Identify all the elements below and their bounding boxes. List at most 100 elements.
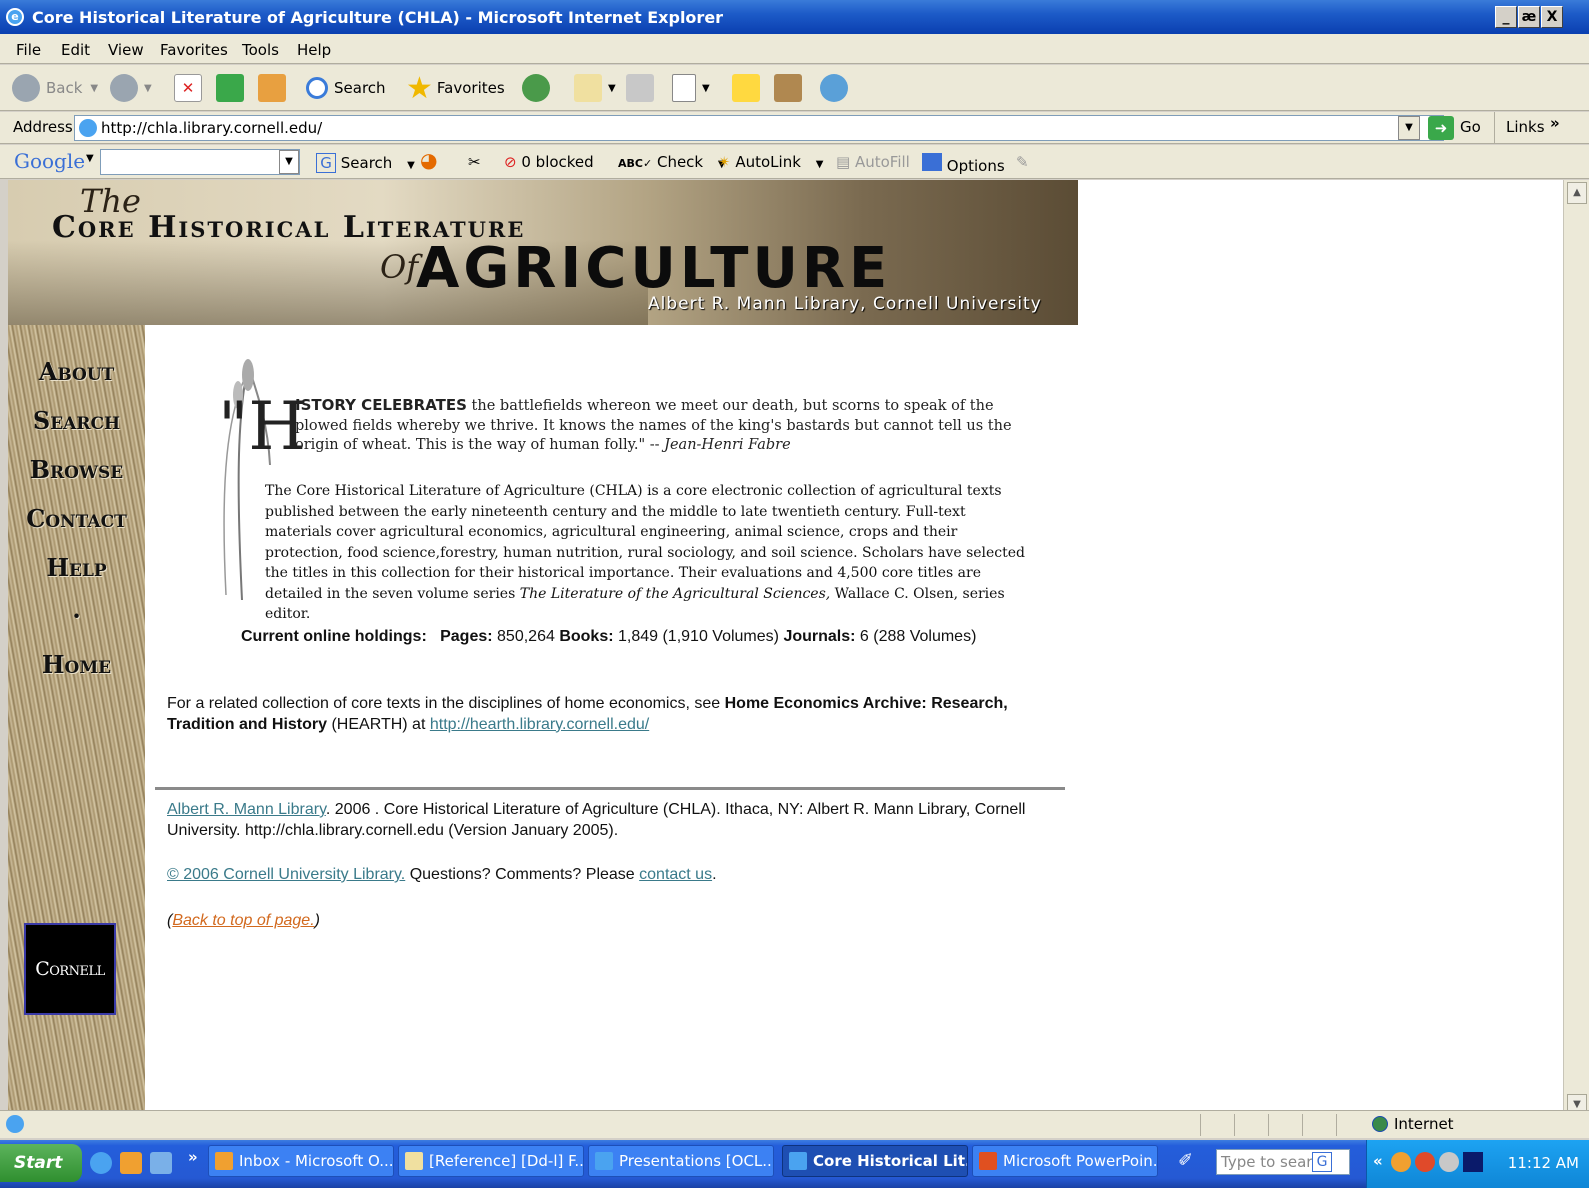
- back-button[interactable]: Back ▼: [12, 73, 98, 103]
- app-tray-icon[interactable]: [1463, 1152, 1483, 1172]
- blocked-count: 0 blocked: [521, 153, 594, 171]
- home-button[interactable]: [258, 73, 292, 103]
- menu-edit[interactable]: Edit: [61, 41, 90, 59]
- spell-check-button[interactable]: ABC✓ Check ▼: [618, 153, 726, 171]
- address-label: Address: [13, 118, 73, 136]
- google-logo[interactable]: Google: [14, 149, 85, 173]
- minimize-button[interactable]: _: [1495, 6, 1517, 28]
- hearth-link[interactable]: http://hearth.library.cornell.edu/: [430, 716, 649, 733]
- menu-view[interactable]: View: [108, 41, 144, 59]
- outlook-icon: [215, 1152, 233, 1170]
- options-button[interactable]: Options: [922, 153, 1005, 175]
- favorites-button[interactable]: ★ Favorites: [406, 71, 505, 106]
- google-search-button[interactable]: G Search ▼: [316, 153, 415, 173]
- task-core-historical[interactable]: Core Historical Lit...: [782, 1145, 968, 1177]
- search-button[interactable]: Search: [306, 73, 386, 103]
- quicklaunch-chevron-icon[interactable]: »: [188, 1148, 198, 1166]
- back-to-top: (Back to top of page.): [167, 912, 320, 930]
- refresh-button[interactable]: [216, 73, 250, 103]
- history-button[interactable]: [522, 73, 556, 103]
- banner-subtitle: Albert R. Mann Library, Cornell Universi…: [648, 294, 1042, 314]
- chevron-down-icon: ▼: [90, 82, 99, 94]
- menu-favorites[interactable]: Favorites: [160, 41, 228, 59]
- go-arrow-icon[interactable]: ➜: [1428, 116, 1454, 140]
- links-button[interactable]: Links: [1506, 118, 1545, 136]
- options-icon: [922, 153, 942, 171]
- browser-tray-icon[interactable]: [1415, 1152, 1435, 1172]
- ie-icon: [789, 1152, 807, 1170]
- news-icon[interactable]: ✂: [468, 153, 481, 171]
- intro-text: The Core Historical Literature of Agricu…: [265, 483, 1026, 602]
- close-button[interactable]: X: [1541, 6, 1563, 28]
- links-chevron-icon[interactable]: »: [1550, 114, 1560, 132]
- nav-contact[interactable]: Contact: [8, 504, 145, 533]
- messenger-button[interactable]: [820, 73, 854, 103]
- chevron-down-icon[interactable]: ▼: [1340, 1154, 1348, 1165]
- google-search-dropdown[interactable]: ▼: [279, 150, 299, 174]
- page-viewport: The Core Historical Literature Of AGRICU…: [8, 180, 1563, 1120]
- options-label: Options: [946, 157, 1005, 175]
- popup-blocked-icon: ⊘: [504, 153, 517, 171]
- contact-us-link[interactable]: contact us: [639, 866, 712, 883]
- autofill-button[interactable]: ▤ AutoFill: [836, 153, 910, 171]
- maximize-button[interactable]: æ: [1518, 6, 1540, 28]
- pagerank-icon[interactable]: ◕: [420, 148, 437, 172]
- system-tray: « 11:12 AM: [1366, 1140, 1589, 1188]
- nav-help[interactable]: Help: [8, 553, 145, 582]
- go-button[interactable]: Go: [1460, 118, 1481, 136]
- research-button[interactable]: [774, 73, 808, 103]
- chevron-down-icon: ▼: [815, 159, 824, 170]
- clock[interactable]: 11:12 AM: [1508, 1154, 1579, 1172]
- menu-file[interactable]: File: [16, 41, 41, 59]
- scroll-up-arrow-icon[interactable]: ▲: [1567, 182, 1587, 204]
- tray-expand-icon[interactable]: «: [1373, 1152, 1383, 1170]
- nav-home[interactable]: Home: [8, 650, 145, 679]
- research-icon: [774, 74, 802, 102]
- discuss-button[interactable]: [732, 73, 766, 103]
- nav-about[interactable]: About: [8, 357, 145, 386]
- task-presentations[interactable]: Presentations [OCL...: [588, 1145, 774, 1177]
- mail-icon: [574, 74, 602, 102]
- highlight-icon[interactable]: ✎: [1016, 153, 1029, 171]
- autofill-label: AutoFill: [854, 153, 910, 171]
- task-inbox[interactable]: Inbox - Microsoft O...: [208, 1145, 394, 1177]
- outlook-quicklaunch-icon[interactable]: [120, 1152, 142, 1174]
- copyright-link[interactable]: © 2006 Cornell University Library.: [167, 866, 405, 883]
- autolink-button[interactable]: ✴ AutoLink ▼: [718, 153, 823, 171]
- window-titlebar[interactable]: e Core Historical Literature of Agricult…: [0, 0, 1589, 34]
- related-pre: For a related collection of core texts i…: [167, 695, 725, 712]
- print-button[interactable]: [626, 73, 660, 103]
- nav-browse[interactable]: Browse: [8, 455, 145, 484]
- forward-button[interactable]: ▼: [110, 73, 152, 103]
- edit-button[interactable]: ▼: [672, 73, 710, 103]
- task-powerpoint[interactable]: Microsoft PowerPoin...: [972, 1145, 1158, 1177]
- nav-search[interactable]: Search: [8, 406, 145, 435]
- address-input[interactable]: http://chla.library.cornell.edu/: [74, 115, 1444, 141]
- google-search-input[interactable]: [100, 149, 300, 175]
- stop-button[interactable]: ✕: [174, 73, 208, 103]
- popup-blocker-button[interactable]: ⊘ 0 blocked: [504, 153, 594, 171]
- footer-divider: [155, 787, 1065, 790]
- network-tray-icon[interactable]: [1439, 1152, 1459, 1172]
- cornell-logo[interactable]: Cornell: [24, 923, 116, 1015]
- pen-icon[interactable]: ✐: [1178, 1150, 1193, 1171]
- chevron-down-icon[interactable]: ▼: [86, 153, 94, 164]
- task-reference[interactable]: [Reference] [Dd-l] F...: [398, 1145, 584, 1177]
- start-button[interactable]: Start: [0, 1144, 82, 1182]
- mail-button[interactable]: ▼: [574, 73, 616, 103]
- google-g-icon[interactable]: G: [1312, 1152, 1332, 1172]
- history-icon: [522, 74, 550, 102]
- menu-tools[interactable]: Tools: [242, 41, 279, 59]
- address-dropdown-button[interactable]: ▼: [1398, 116, 1420, 140]
- ie-quicklaunch-icon[interactable]: [90, 1152, 112, 1174]
- mann-library-link[interactable]: Albert R. Mann Library: [167, 801, 326, 818]
- vertical-scrollbar[interactable]: ▲ ▼: [1563, 180, 1589, 1120]
- copyright-text: Questions? Comments? Please: [405, 866, 640, 883]
- word-edit-icon: [672, 74, 696, 102]
- back-to-top-link[interactable]: Back to top of page.: [172, 912, 314, 929]
- desktop-quicklaunch-icon[interactable]: [150, 1152, 172, 1174]
- menu-help[interactable]: Help: [297, 41, 331, 59]
- chevron-down-icon: ▼: [608, 82, 616, 94]
- clock-tray-icon[interactable]: [1391, 1152, 1411, 1172]
- banner-of: Of: [380, 248, 419, 286]
